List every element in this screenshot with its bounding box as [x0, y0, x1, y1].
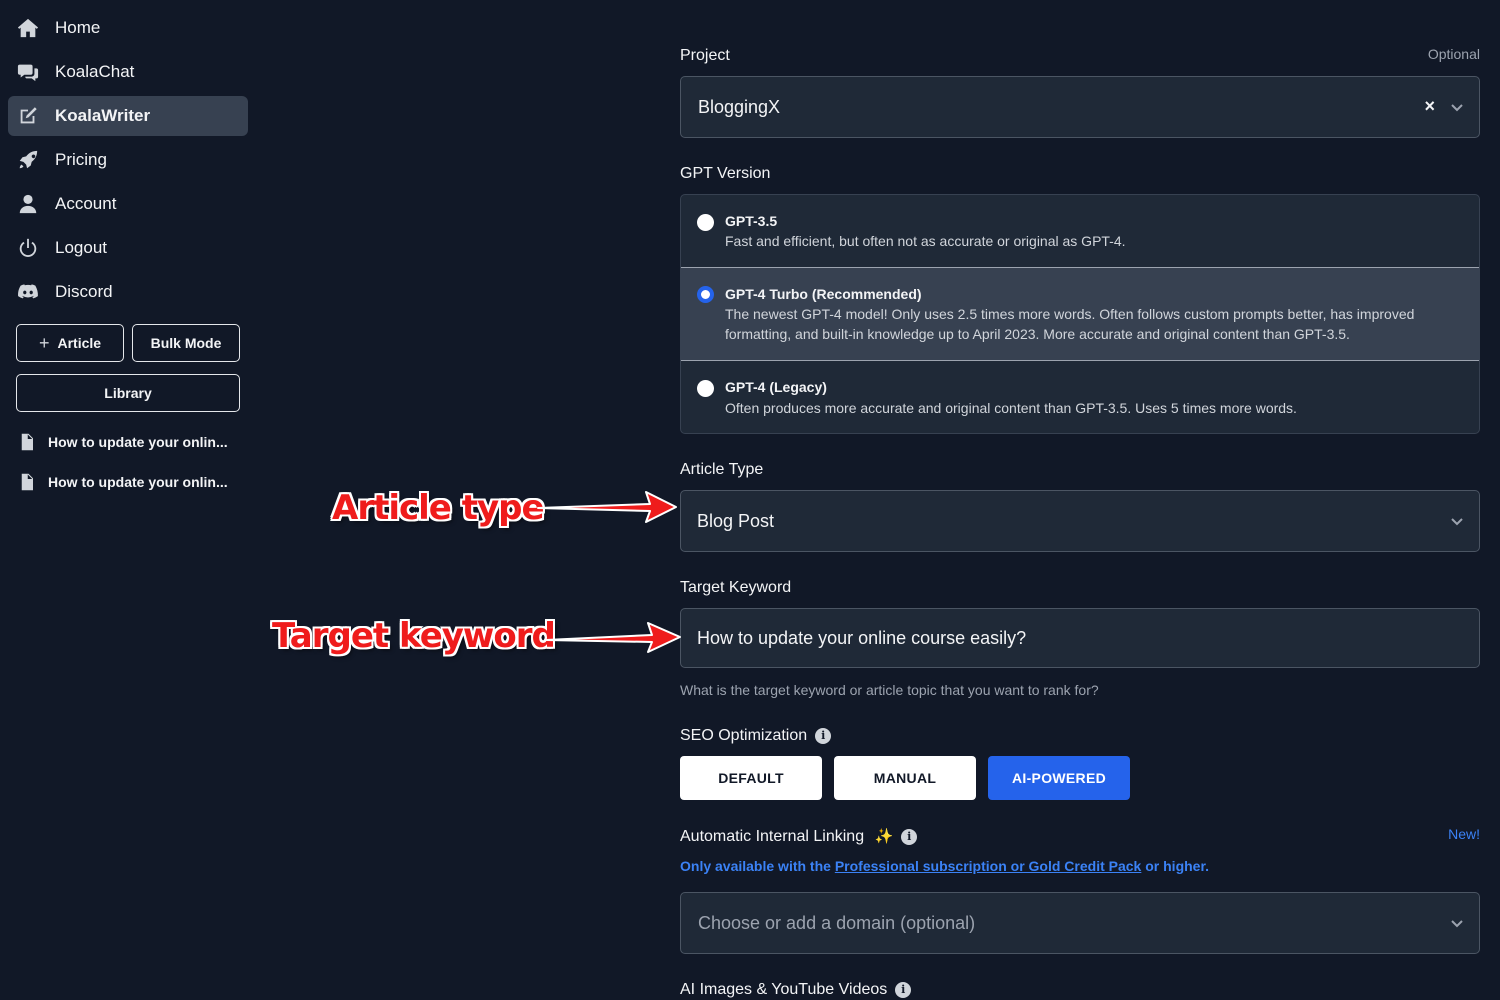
recent-doc[interactable]: How to update your onlin...: [16, 467, 246, 497]
target-keyword-input[interactable]: How to update your online course easily?: [680, 608, 1480, 668]
new-article-label: Article: [57, 335, 102, 351]
project-label: Project: [680, 47, 730, 64]
annotation-article-type: Article type: [332, 488, 545, 528]
nav-label: Logout: [55, 238, 107, 257]
nav-koalachat[interactable]: KoalaChat: [8, 52, 248, 92]
subscription-link[interactable]: Professional subscription or Gold Credit…: [835, 858, 1142, 874]
annotation-arrow: [537, 491, 677, 523]
recent-doc-title: How to update your onlin...: [48, 474, 228, 490]
chevron-down-icon: [1449, 915, 1465, 931]
article-type-label: Article Type: [680, 461, 764, 478]
gpt-version-group: GPT-3.5 Fast and efficient, but often no…: [680, 194, 1480, 434]
linking-label: Automatic Internal Linking ✨ i: [680, 827, 918, 846]
nav-discord[interactable]: Discord: [8, 272, 248, 312]
nav-label: KoalaWriter: [55, 106, 151, 125]
target-keyword-help: What is the target keyword or article to…: [680, 682, 1099, 698]
media-label: AI Images & YouTube Videos i: [680, 981, 912, 999]
nav-home[interactable]: Home: [8, 8, 248, 48]
article-type-value: Blog Post: [697, 510, 775, 531]
seo-label-text: SEO Optimization: [680, 727, 808, 744]
seo-default-button[interactable]: DEFAULT: [680, 756, 822, 800]
nav-label: KoalaChat: [55, 62, 135, 81]
target-keyword-value: How to update your online course easily?: [697, 627, 1027, 648]
bulk-mode-button[interactable]: Bulk Mode: [132, 324, 240, 362]
chat-icon: [17, 64, 39, 82]
project-optional: Optional: [1427, 46, 1480, 62]
nav-label: Pricing: [55, 150, 107, 169]
gpt-option-4-turbo[interactable]: GPT-4 Turbo (Recommended) The newest GPT…: [681, 267, 1479, 361]
nav-label: Home: [55, 18, 101, 37]
gpt-option-desc: Fast and efficient, but often not as acc…: [725, 233, 1126, 249]
plus-icon: +: [38, 332, 50, 353]
seo-ai-powered-button[interactable]: AI-POWERED: [988, 756, 1130, 800]
gpt-option-desc: The newest GPT-4 model! Only uses 2.5 ti…: [725, 306, 1415, 342]
gpt-option-4-legacy[interactable]: GPT-4 (Legacy) Often produces more accur…: [681, 361, 1479, 433]
library-label: Library: [104, 385, 152, 401]
clear-icon[interactable]: ×: [1424, 96, 1435, 117]
library-button[interactable]: Library: [16, 374, 240, 412]
chevron-down-icon: [1449, 513, 1465, 529]
annotation-target-keyword: Target keyword: [272, 616, 556, 656]
gpt-version-label: GPT Version: [680, 165, 771, 182]
linking-label-text: Automatic Internal Linking: [680, 828, 865, 845]
nav-label: Discord: [55, 282, 113, 301]
nav-koalawriter[interactable]: KoalaWriter: [8, 96, 248, 136]
chevron-down-icon: [1449, 99, 1465, 115]
info-icon[interactable]: i: [901, 828, 918, 845]
sidebar: Home KoalaChat KoalaWriter Pricing Accou…: [0, 0, 256, 1000]
seo-manual-button[interactable]: MANUAL: [834, 756, 976, 800]
radio-button[interactable]: [697, 380, 714, 397]
annotation-arrow: [545, 622, 681, 653]
gpt-option-title: GPT-4 Turbo (Recommended): [725, 286, 922, 302]
document-icon: [21, 473, 33, 491]
seo-label: SEO Optimization i: [680, 727, 832, 745]
recent-doc[interactable]: How to update your onlin...: [16, 427, 246, 457]
discord-icon: [18, 284, 38, 299]
info-icon[interactable]: i: [895, 981, 912, 998]
gpt-option-desc: Often produces more accurate and origina…: [725, 400, 1297, 416]
radio-button[interactable]: [697, 214, 714, 231]
new-article-button[interactable]: + Article: [16, 324, 124, 362]
edit-icon: [20, 107, 37, 124]
bulk-mode-label: Bulk Mode: [150, 335, 222, 351]
domain-select[interactable]: Choose or add a domain (optional): [680, 892, 1480, 954]
new-badge: New!: [1448, 826, 1480, 842]
gpt-option-35[interactable]: GPT-3.5 Fast and efficient, but often no…: [681, 195, 1479, 268]
gpt-option-title: GPT-4 (Legacy): [725, 379, 827, 395]
project-value: BloggingX: [698, 96, 781, 117]
linking-note-pre: Only available with the: [680, 858, 835, 874]
article-type-select[interactable]: Blog Post: [680, 490, 1480, 552]
radio-button-selected[interactable]: [697, 286, 714, 303]
nav-pricing[interactable]: Pricing: [8, 140, 248, 180]
sparkle-icon: ✨: [874, 828, 894, 845]
linking-note-post: or higher.: [1141, 858, 1210, 874]
home-icon: [17, 18, 39, 38]
power-icon: [19, 238, 37, 257]
rocket-icon: [19, 150, 38, 169]
nav-logout[interactable]: Logout: [8, 228, 248, 268]
info-icon[interactable]: i: [815, 727, 832, 744]
linking-note: Only available with the Professional sub…: [680, 858, 1209, 874]
project-select[interactable]: BloggingX ×: [680, 76, 1480, 138]
document-icon: [21, 433, 33, 451]
nav-label: Account: [55, 194, 117, 213]
gpt-option-title: GPT-3.5: [725, 213, 778, 229]
recent-doc-title: How to update your onlin...: [48, 434, 228, 450]
nav-account[interactable]: Account: [8, 184, 248, 224]
domain-placeholder: Choose or add a domain (optional): [698, 912, 976, 933]
media-label-text: AI Images & YouTube Videos: [680, 981, 888, 998]
user-icon: [19, 194, 37, 214]
target-keyword-label: Target Keyword: [680, 579, 792, 596]
